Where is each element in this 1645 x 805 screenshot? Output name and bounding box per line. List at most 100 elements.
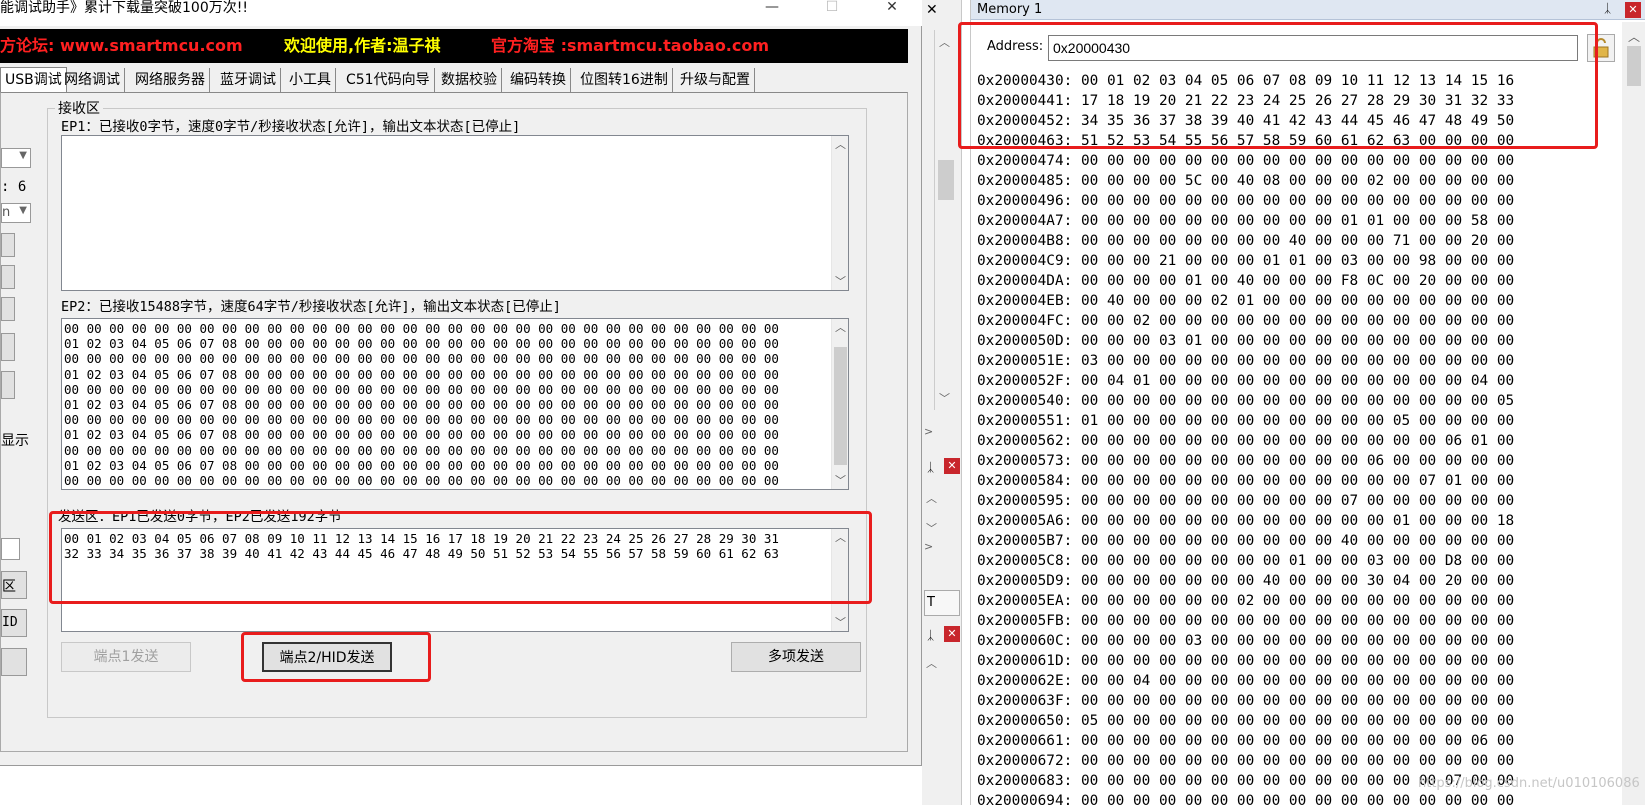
memory-row[interactable]: 0x200005A6: 00 00 00 00 00 00 00 00 00 0… (977, 511, 1514, 531)
tab-encoding[interactable]: 编码转换 (506, 68, 571, 92)
memory-row[interactable]: 0x20000540: 00 00 00 00 00 00 00 00 00 0… (977, 391, 1514, 411)
memory-row[interactable]: 0x20000474: 00 00 00 00 00 00 00 00 00 0… (977, 151, 1514, 171)
left-input[interactable] (1, 538, 20, 560)
memory-row[interactable]: 0x200004DA: 00 00 00 00 01 00 40 00 00 0… (977, 271, 1514, 291)
memory-row[interactable]: 0x20000661: 00 00 00 00 00 00 00 00 00 0… (977, 731, 1514, 751)
left-area-button-label: 区 (2, 579, 16, 595)
serial-assistant-window: 能调试助手》累计下载量突破100万次!! — ☐ ✕ 方论坛: www.smar… (0, 0, 922, 766)
left-area-button[interactable]: 区 (1, 571, 27, 599)
chevron-down-icon[interactable]: ﹀ (832, 472, 848, 489)
banner-welcome: 欢迎使用,作者:温子祺 (284, 36, 441, 55)
memory-row[interactable]: 0x2000061D: 00 00 00 00 00 00 00 00 00 0… (977, 651, 1514, 671)
memory-row[interactable]: 0x20000584: 00 00 00 00 00 00 00 00 00 0… (977, 471, 1514, 491)
left-button-5[interactable] (1, 371, 15, 399)
memory-row[interactable]: 0x20000672: 00 00 00 00 00 00 00 00 00 0… (977, 751, 1514, 771)
minimize-button[interactable]: — (752, 0, 792, 16)
memory-row[interactable]: 0x200005B7: 00 00 00 00 00 00 00 00 00 0… (977, 531, 1514, 551)
scroll-thumb[interactable] (834, 347, 847, 465)
tab-bar: USB调试 网络调试 网络服务器 蓝牙调试 小工具 C51代码向导 数据校验 编… (0, 67, 908, 93)
close-icon[interactable]: ✕ (944, 458, 960, 474)
tab-bluetooth-debug[interactable]: 蓝牙调试 (216, 68, 281, 92)
ep1-send-button[interactable]: 端点1发送 (61, 642, 191, 672)
memory-row[interactable]: 0x200004EB: 00 40 00 00 00 02 01 00 00 0… (977, 291, 1514, 311)
close-icon[interactable]: ✕ (1625, 2, 1641, 18)
close-icon[interactable]: ✕ (944, 626, 960, 642)
memory-row[interactable]: 0x200004B8: 00 00 00 00 00 00 00 00 40 0… (977, 231, 1514, 251)
tab-usb-debug[interactable]: USB调试 (0, 67, 67, 93)
t-button[interactable]: T (924, 590, 960, 616)
memory-row[interactable]: 0x2000062E: 00 00 04 00 00 00 00 00 00 0… (977, 671, 1514, 691)
banner-taobao-link[interactable]: 官方淘宝 :smartmcu.taobao.com (491, 29, 769, 63)
close-button[interactable]: ✕ (872, 0, 912, 16)
banner-forum-link[interactable]: 方论坛: www.smartmcu.com (0, 29, 243, 63)
memory-row[interactable]: 0x2000052F: 00 04 01 00 00 00 00 00 00 0… (977, 371, 1514, 391)
memory-row[interactable]: 0x200005D9: 00 00 00 00 00 00 00 40 00 0… (977, 571, 1514, 591)
memory-dump[interactable]: 0x20000430: 00 01 02 03 04 05 06 07 08 0… (977, 71, 1514, 805)
scroll-thumb[interactable] (1627, 46, 1641, 86)
tab-network-server[interactable]: 网络服务器 (131, 68, 210, 92)
chevron-down-icon[interactable]: ﹀ (939, 390, 950, 406)
tab-network-debug[interactable]: 网络调试 (60, 68, 125, 92)
memory-row[interactable]: 0x200004C9: 00 00 00 21 00 00 00 01 01 0… (977, 251, 1514, 271)
scroll-thumb[interactable] (938, 160, 954, 200)
memory-row[interactable]: 0x20000562: 00 00 00 00 00 00 00 00 00 0… (977, 431, 1514, 451)
memory-row[interactable]: 0x20000485: 00 00 00 00 5C 00 40 08 00 0… (977, 171, 1514, 191)
left-button-1[interactable] (1, 233, 15, 257)
tab-checksum[interactable]: 数据校验 (437, 68, 502, 92)
memory-row[interactable]: 0x200004FC: 00 00 02 00 00 00 00 00 00 0… (977, 311, 1514, 331)
memory-row[interactable]: 0x20000551: 01 00 00 00 00 00 00 00 00 0… (977, 411, 1514, 431)
ep1-receive-textbox[interactable]: ︿ ﹀ (61, 135, 849, 291)
left-button-3[interactable] (1, 297, 15, 321)
chevron-down-icon[interactable]: ﹀ (926, 520, 937, 536)
memory-row[interactable]: 0x200004A7: 00 00 00 00 00 00 00 00 00 0… (977, 211, 1514, 231)
memory-row[interactable]: 0x2000063F: 00 00 00 00 00 00 00 00 00 0… (977, 691, 1514, 711)
ep2-scrollbar[interactable]: ︿ ﹀ (831, 319, 848, 489)
chevron-up-icon[interactable]: ︿ (939, 34, 950, 50)
memory-row[interactable]: 0x20000496: 00 00 00 00 00 00 00 00 00 0… (977, 191, 1514, 211)
chevron-up-icon[interactable]: ︿ (926, 490, 937, 506)
memory-row[interactable]: 0x20000595: 00 00 00 00 00 00 00 00 00 0… (977, 491, 1514, 511)
left-button-4[interactable] (1, 333, 15, 361)
ep2-receive-textbox[interactable]: 00 00 00 00 00 00 00 00 00 00 00 00 00 0… (61, 318, 849, 490)
memory-title: Memory 1 (977, 2, 1043, 17)
tab-upgrade-config[interactable]: 升级与配置 (676, 68, 755, 92)
memory-row[interactable]: 0x20000573: 00 00 00 00 00 00 00 00 00 0… (977, 451, 1514, 471)
memory-row[interactable]: 0x20000694: 00 00 00 00 00 00 00 00 00 0… (977, 791, 1514, 805)
tab-bitmap-hex[interactable]: 位图转16进制 (576, 68, 673, 92)
chevron-right-icon[interactable]: > (924, 540, 933, 553)
memory-row[interactable]: 0x2000050D: 00 00 00 03 01 00 00 00 00 0… (977, 331, 1514, 351)
memory-row[interactable]: 0x200005FB: 00 00 00 00 00 00 00 00 00 0… (977, 611, 1514, 631)
memory-row[interactable]: 0x2000060C: 00 00 00 00 03 00 00 00 00 0… (977, 631, 1514, 651)
memory-scrollbar[interactable]: ︿ (1622, 22, 1645, 805)
memory-window: Memory 1 ᛣ ✕ Address: 0x20000430 0x20000… (958, 0, 1645, 805)
ep1-scrollbar[interactable]: ︿ ﹀ (831, 136, 848, 290)
tab-small-tools[interactable]: 小工具 (285, 68, 336, 92)
pin-icon[interactable]: ᛣ (927, 628, 934, 642)
left-combo-2[interactable]: n ▼ (1, 203, 31, 223)
tab-c51-wizard[interactable]: C51代码向导 (342, 68, 435, 92)
memory-row[interactable]: 0x200005C8: 00 00 00 00 00 00 00 00 01 0… (977, 551, 1514, 571)
chevron-down-icon[interactable]: ﹀ (832, 273, 848, 290)
memory-row[interactable]: 0x20000650: 05 00 00 00 00 00 00 00 00 0… (977, 711, 1514, 731)
left-combo-2-value: n (2, 205, 11, 220)
middle-scrollbar[interactable]: ︿ ﹀ (934, 30, 956, 410)
left-button-6[interactable] (1, 648, 27, 676)
chevron-down-icon[interactable]: ﹀ (832, 614, 848, 631)
maximize-button[interactable]: ☐ (812, 0, 852, 16)
memory-row[interactable]: 0x2000051E: 03 00 00 00 00 00 00 00 00 0… (977, 351, 1514, 371)
chevron-right-icon[interactable]: > (924, 425, 933, 438)
memory-row[interactable]: 0x200005EA: 00 00 00 00 00 00 02 00 00 0… (977, 591, 1514, 611)
left-label-colon6: : 6 (1, 179, 27, 195)
pin-icon[interactable]: ᛣ (1604, 1, 1611, 15)
send-area-highlight (49, 511, 872, 604)
chevron-up-icon[interactable]: ︿ (832, 319, 848, 336)
left-hid-button[interactable]: ID (1, 609, 27, 637)
multi-send-button[interactable]: 多项发送 (731, 642, 861, 672)
chevron-up-icon[interactable]: ︿ (1622, 28, 1645, 45)
pin-icon[interactable]: ᛣ (927, 460, 934, 474)
left-combo-1[interactable]: ▼ (1, 148, 31, 168)
left-button-2[interactable] (1, 265, 15, 289)
chevron-up-icon[interactable]: ︿ (832, 136, 848, 153)
close-icon[interactable]: ✕ (926, 2, 938, 18)
chevron-up-icon[interactable]: ︿ (926, 655, 937, 671)
